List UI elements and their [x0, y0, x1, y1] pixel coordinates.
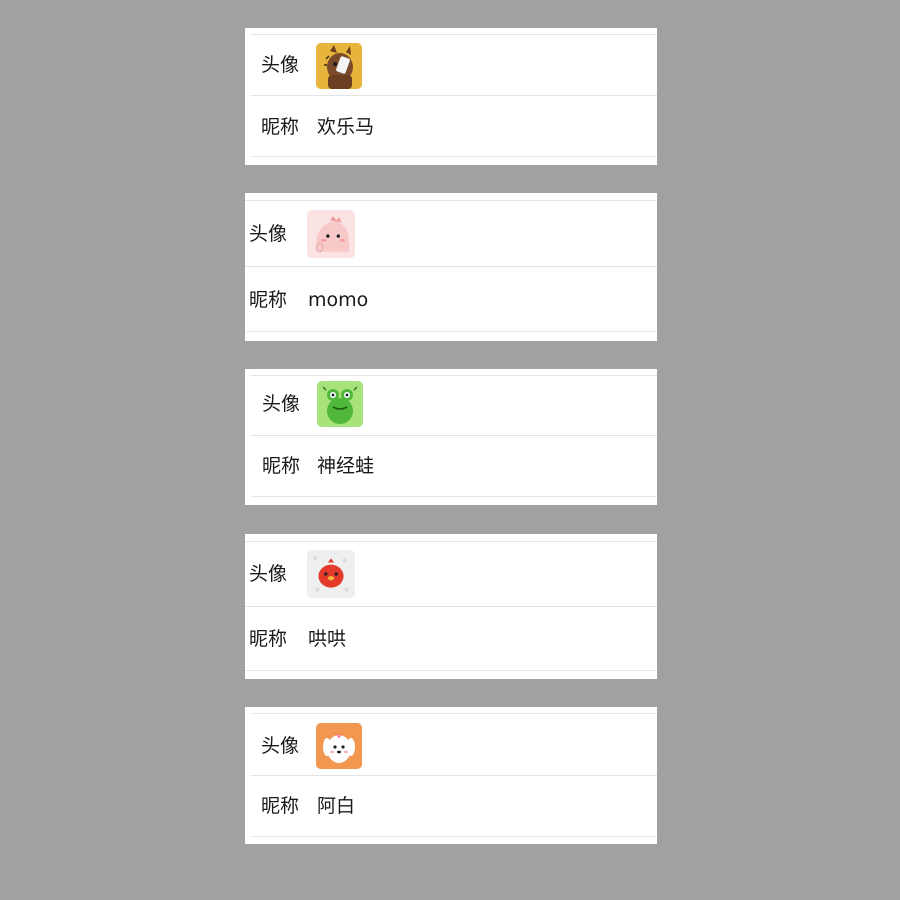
avatar-label: 头像	[261, 54, 300, 76]
avatar-label: 头像	[249, 223, 288, 245]
nickname-value[interactable]: momo	[308, 289, 368, 311]
divider	[251, 375, 657, 376]
divider	[245, 670, 657, 671]
red-chick-avatar-icon[interactable]	[307, 550, 355, 598]
white-dog-avatar-icon[interactable]	[316, 723, 362, 769]
pink-monster-avatar-icon[interactable]	[307, 210, 355, 258]
divider	[245, 200, 657, 201]
divider	[251, 156, 657, 157]
profile-card: 头像 昵称 欢乐马	[245, 28, 657, 165]
frog-avatar-icon[interactable]	[317, 381, 363, 427]
divider	[251, 496, 657, 497]
divider	[245, 606, 657, 607]
divider	[251, 775, 657, 776]
avatar-label: 头像	[249, 563, 288, 585]
nickname-label: 昵称	[249, 289, 288, 311]
divider	[245, 331, 657, 332]
nickname-value[interactable]: 欢乐马	[317, 116, 374, 138]
divider	[251, 34, 657, 35]
nickname-value[interactable]: 神经蛙	[317, 455, 374, 477]
divider	[251, 435, 657, 436]
profile-card: 头像 昵称 哄哄	[245, 534, 657, 679]
profile-cards-canvas: 头像 昵称 欢乐马 头像 昵称 momo 头像 昵称 神经蛙 头像 昵称 哄哄 …	[0, 0, 900, 900]
divider	[251, 95, 657, 96]
avatar-label: 头像	[261, 735, 300, 757]
nickname-label: 昵称	[261, 795, 300, 817]
avatar-label: 头像	[262, 393, 301, 415]
divider	[251, 836, 657, 837]
profile-card: 头像 昵称 momo	[245, 193, 657, 341]
nickname-value[interactable]: 阿白	[317, 795, 355, 817]
profile-card: 头像 昵称 阿白	[245, 707, 657, 844]
nickname-label: 昵称	[261, 116, 300, 138]
divider	[245, 541, 657, 542]
divider	[251, 713, 657, 714]
nickname-value[interactable]: 哄哄	[308, 628, 346, 650]
horse-avatar-icon[interactable]	[316, 43, 362, 89]
nickname-label: 昵称	[249, 628, 288, 650]
divider	[245, 266, 657, 267]
profile-card: 头像 昵称 神经蛙	[245, 369, 657, 505]
nickname-label: 昵称	[262, 455, 301, 477]
